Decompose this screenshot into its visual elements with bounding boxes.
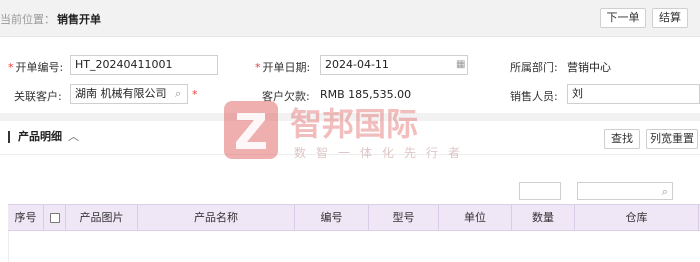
page-title: 销售开单	[57, 13, 101, 26]
debt-label: 客户欠款:	[262, 90, 310, 103]
col-select-all[interactable]	[44, 205, 66, 230]
department-value: 营销中心	[567, 61, 611, 74]
filter-search-input[interactable]: ⌕	[577, 182, 673, 200]
required-mark: *	[192, 88, 198, 101]
search-icon[interactable]: ⌕	[662, 185, 668, 199]
settle-button[interactable]: 结算	[652, 8, 688, 28]
section-title[interactable]: 产品明细 ︿	[8, 131, 79, 143]
salesperson-input[interactable]: 刘	[567, 84, 700, 104]
col-product-name: 产品名称	[138, 205, 295, 230]
filter-input-small[interactable]	[519, 182, 561, 200]
select-all-checkbox[interactable]	[49, 213, 60, 223]
customer-input[interactable]: 湖南 机械有限公司	[70, 84, 188, 104]
calendar-icon[interactable]: ▦	[456, 59, 465, 70]
customer-label: 关联客户:	[14, 90, 62, 103]
col-product-image: 产品图片	[66, 205, 138, 230]
section-divider	[0, 113, 700, 121]
next-order-button[interactable]: 下一单	[600, 8, 646, 28]
breadcrumb: 当前位置： 销售开单	[0, 11, 101, 27]
breadcrumb-prefix: 当前位置：	[0, 13, 55, 26]
product-table-header: 序号 产品图片 产品名称 编号 型号 单位 数量 仓库	[8, 204, 700, 231]
col-quantity: 数量	[512, 205, 575, 230]
col-model: 型号	[369, 205, 439, 230]
col-code: 编号	[295, 205, 369, 230]
order-date-label: * 开单日期:	[255, 61, 311, 74]
product-table-body	[8, 231, 700, 262]
col-unit: 单位	[439, 205, 512, 230]
search-icon[interactable]: ⌕	[175, 87, 181, 101]
order-date-input[interactable]: 2024-04-11	[320, 55, 468, 75]
order-no-input[interactable]: HT_20240411001	[70, 55, 218, 75]
col-warehouse: 仓库	[575, 205, 699, 230]
product-detail-header: 产品明细 ︿ 查找 列宽重置	[0, 121, 700, 155]
chevron-up-icon[interactable]: ︿	[68, 130, 79, 143]
order-form: * 开单编号: HT_20240411001 * 开单日期: 2024-04-11 …	[0, 40, 700, 112]
department-label: 所属部门:	[510, 61, 558, 74]
order-no-label: * 开单编号:	[8, 61, 64, 74]
debt-value: RMB 185,535.00	[320, 88, 412, 101]
reset-column-width-button[interactable]: 列宽重置	[646, 129, 698, 149]
find-button[interactable]: 查找	[604, 129, 640, 149]
salesperson-label: 销售人员:	[510, 90, 558, 103]
col-seq: 序号	[8, 205, 44, 230]
top-bar: 当前位置： 销售开单 下一单 结算	[0, 0, 700, 37]
